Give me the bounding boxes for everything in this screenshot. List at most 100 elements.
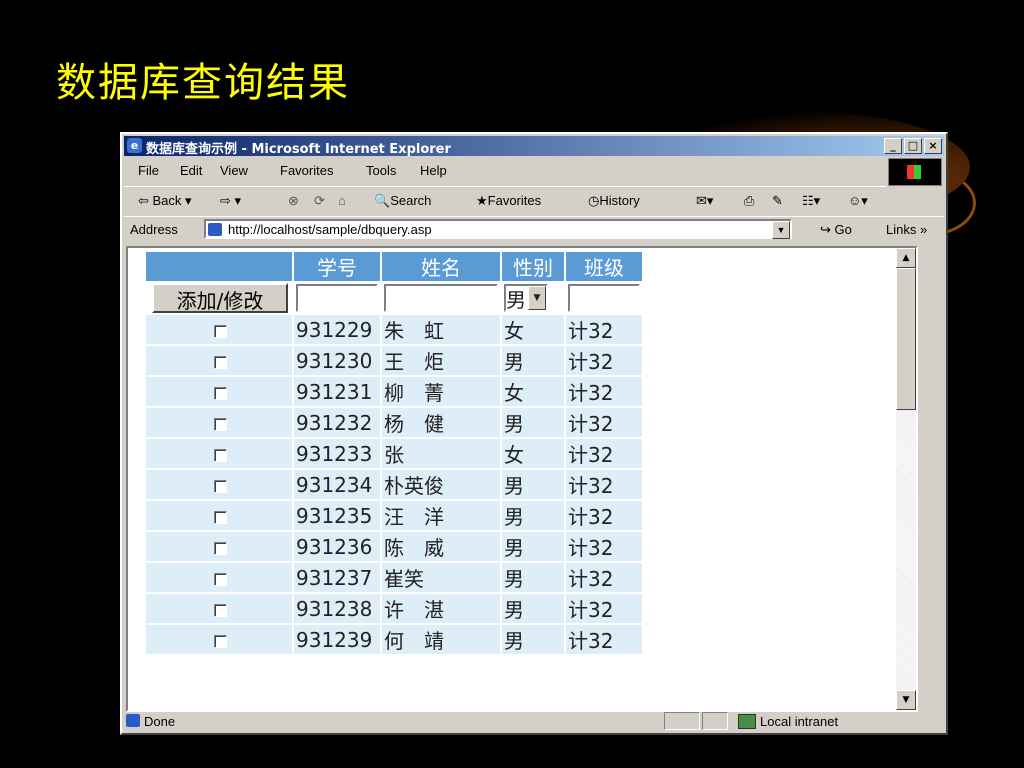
row-checkbox[interactable] [213, 634, 227, 648]
close-button[interactable]: × [924, 138, 942, 154]
student-name: 朴英俊 [382, 470, 500, 499]
home-icon[interactable]: ⌂ [338, 193, 346, 208]
security-zone: Local intranet [760, 714, 839, 729]
row-checkbox[interactable] [213, 541, 227, 555]
row-checkbox[interactable] [213, 386, 227, 400]
menu-view[interactable]: View [220, 163, 248, 178]
menu-favorites[interactable]: Favorites [280, 163, 333, 178]
student-id: 931231 [294, 377, 380, 406]
student-id: 931235 [294, 501, 380, 530]
slide-title: 数据库查询结果 [56, 60, 350, 106]
header-name: 姓名 [382, 252, 500, 281]
row-checkbox[interactable] [213, 510, 227, 524]
discuss-icon[interactable]: ☷▾ [802, 193, 820, 209]
history-label: History [599, 193, 640, 208]
history-button[interactable]: ◷History [588, 193, 640, 209]
back-button[interactable]: ⇦ Back ▾ [138, 193, 192, 209]
chevron-down-icon: ▼ [528, 286, 546, 310]
scroll-up-button[interactable]: ▲ [896, 248, 916, 268]
student-gender: 男 [502, 625, 564, 654]
address-input[interactable]: http://localhost/sample/dbquery.asp ▼ [204, 219, 792, 239]
browser-window: e 数据库查询示例 - Microsoft Internet Explorer … [120, 132, 948, 735]
student-gender: 男 [502, 470, 564, 499]
table-row: 931230 王 炬男计32 [146, 346, 642, 375]
student-gender: 男 [502, 408, 564, 437]
scroll-down-button[interactable]: ▼ [896, 690, 916, 710]
student-class: 计32 [566, 408, 642, 437]
page-icon [208, 223, 222, 236]
input-row: 添加/修改 男 ▼ [146, 283, 642, 313]
scroll-thumb[interactable] [896, 268, 916, 410]
name-input[interactable] [384, 284, 498, 313]
status-text: Done [144, 714, 176, 729]
search-icon: 🔍 [374, 193, 391, 208]
minimize-button[interactable]: _ [884, 138, 902, 154]
student-id: 931238 [294, 594, 380, 623]
row-checkbox[interactable] [213, 572, 227, 586]
student-gender: 女 [502, 439, 564, 468]
maximize-button[interactable]: □ [904, 138, 922, 154]
student-id: 931229 [294, 315, 380, 344]
favorites-button[interactable]: ★Favorites [476, 193, 541, 209]
mail-icon[interactable]: ✉▾ [696, 193, 713, 209]
header-gender: 性别 [502, 252, 564, 281]
student-gender: 女 [502, 377, 564, 406]
student-name: 杨 健 [382, 408, 500, 437]
address-url: http://localhost/sample/dbquery.asp [228, 222, 432, 237]
row-checkbox[interactable] [213, 603, 227, 617]
student-name: 张 [382, 439, 500, 468]
add-modify-button[interactable]: 添加/修改 [152, 283, 288, 313]
page-content: 学号 姓名 性别 班级 添加/修改 男 ▼ 931229 朱 虹女计32 931230… [126, 246, 918, 712]
gender-select[interactable]: 男 ▼ [504, 284, 548, 312]
student-class: 计32 [566, 563, 642, 592]
edit-icon[interactable]: ✎ [772, 193, 783, 209]
menu-tools[interactable]: Tools [366, 163, 396, 178]
go-button[interactable]: ↪ Go [820, 222, 852, 238]
table-row: 931236 陈 威男计32 [146, 532, 642, 561]
row-checkbox[interactable] [213, 355, 227, 369]
history-icon: ◷ [588, 193, 600, 208]
windows-logo-icon [888, 158, 942, 186]
student-gender: 男 [502, 501, 564, 530]
student-gender: 男 [502, 346, 564, 375]
row-checkbox[interactable] [213, 448, 227, 462]
student-class: 计32 [566, 377, 642, 406]
menu-help[interactable]: Help [420, 163, 447, 178]
checkbox-cell [146, 408, 292, 437]
student-class: 计32 [566, 439, 642, 468]
checkbox-cell [146, 563, 292, 592]
student-name: 朱 虹 [382, 315, 500, 344]
row-checkbox[interactable] [213, 417, 227, 431]
header-action [146, 252, 292, 281]
row-checkbox[interactable] [213, 479, 227, 493]
address-bar: Address http://localhost/sample/dbquery.… [124, 216, 944, 243]
print-icon[interactable]: ⎙ [744, 193, 754, 209]
address-label: Address [130, 222, 178, 237]
page-status-icon [126, 714, 140, 727]
id-input[interactable] [296, 284, 378, 313]
vertical-scrollbar[interactable]: ▲ ▼ [896, 248, 916, 710]
links-button[interactable]: Links » [886, 222, 927, 237]
address-dropdown[interactable]: ▼ [772, 221, 790, 239]
student-gender: 男 [502, 594, 564, 623]
row-checkbox[interactable] [213, 324, 227, 338]
search-button[interactable]: 🔍Search [374, 193, 431, 209]
stop-icon[interactable]: ⊗ [288, 193, 299, 209]
class-input[interactable] [568, 284, 640, 313]
student-name: 柳 菁 [382, 377, 500, 406]
table-row: 931229 朱 虹女计32 [146, 315, 642, 344]
table-row: 931239 何 靖男计32 [146, 625, 642, 654]
menu-file[interactable]: File [138, 163, 159, 178]
menu-edit[interactable]: Edit [180, 163, 202, 178]
student-id: 931234 [294, 470, 380, 499]
student-id: 931233 [294, 439, 380, 468]
forward-button[interactable]: ⇨ ▾ [220, 193, 241, 209]
student-class: 计32 [566, 470, 642, 499]
standard-toolbar: ⇦ Back ▾ ⇨ ▾ ⊗ ⟳ ⌂ 🔍Search ★Favorites ◷H… [124, 186, 886, 215]
title-bar[interactable]: e 数据库查询示例 - Microsoft Internet Explorer … [124, 136, 944, 157]
messenger-icon[interactable]: ☺▾ [848, 193, 868, 209]
checkbox-cell [146, 594, 292, 623]
checkbox-cell [146, 346, 292, 375]
student-id: 931236 [294, 532, 380, 561]
refresh-icon[interactable]: ⟳ [314, 193, 325, 209]
